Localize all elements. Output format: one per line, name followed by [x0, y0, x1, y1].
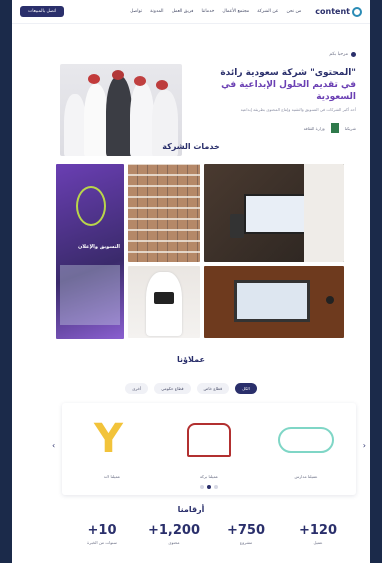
stat-label: مشروع [239, 540, 253, 545]
carousel-dots [62, 485, 356, 489]
hero-badge-label: مرحبا بكم [329, 52, 348, 57]
nav-link[interactable]: خدماتنا [201, 9, 214, 14]
client-name: عميلنا بركة [199, 474, 219, 479]
stat-value: 750+ [226, 523, 266, 538]
partners-label: شريكنا [344, 125, 356, 131]
nav-links: من نحن عن الشركة مجتمع الأعمال خدماتنا ف… [130, 9, 301, 14]
client-card[interactable]: عميلنا بركة [169, 413, 249, 483]
stat-label: محتوى [168, 540, 180, 545]
hero-subtitle: أحد أكبر الشركات في التسويق والتقنية وإن… [240, 107, 356, 113]
partner-name: وزارة الثقافة [303, 125, 325, 131]
stat-value: 10+ [87, 523, 117, 538]
filter-chip[interactable]: أخرى [125, 383, 149, 394]
carousel-prev-icon[interactable]: ‹ [52, 441, 55, 450]
client-filters: الكل قطاع خاص قطاع حكومي أخرى [12, 383, 370, 394]
hero-headline-accent: في تقديم الحلول الإبداعية في السعودية [221, 80, 356, 103]
service-tile-tech[interactable] [204, 164, 344, 262]
client-name: عميلنا مدارس [294, 474, 318, 479]
numbers-section: أرقامنا 120+ عميل 750+ مشروع 1,200+ محتو… [12, 505, 370, 545]
stat-item: 1,200+ محتوى [144, 523, 204, 545]
service-tile-laptop[interactable] [204, 266, 344, 338]
stat-value: 120+ [298, 523, 338, 538]
partner-logo-icon [330, 123, 339, 134]
filter-chip[interactable]: قطاع حكومي [154, 383, 191, 394]
stat-item: 120+ عميل [288, 523, 348, 545]
nav-link[interactable]: تواصل [130, 9, 142, 14]
stat-item: 10+ سنوات من الخبرة [72, 523, 132, 545]
hero-partners: شريكنا وزارة الثقافة [191, 123, 356, 134]
client-card[interactable]: Y عميلنا لاند [72, 413, 152, 483]
services-tiles: التسويق والإعلان [56, 164, 356, 341]
logo-icon [352, 6, 362, 17]
carousel-dot[interactable] [200, 485, 204, 489]
page: content من نحن عن الشركة مجتمع الأعمال خ… [12, 0, 370, 563]
brand-logo[interactable]: content [315, 6, 362, 17]
services-title: خدمات الشركة [162, 142, 220, 151]
clients-carousel: ‹ › عميلنا مدارس عميلنا بركة Y عميلنا لا… [52, 403, 366, 495]
top-nav: content من نحن عن الشركة مجتمع الأعمال خ… [12, 0, 370, 24]
stat-value: 1,200+ [147, 523, 201, 538]
service-tile-portraits[interactable] [128, 164, 200, 262]
nav-link[interactable]: فريق العمل [172, 9, 194, 14]
contact-sales-button[interactable]: اتصل بالمبيعات [20, 6, 65, 17]
nav-link[interactable]: عن الشركة [257, 9, 278, 14]
hero-text: مرحبا بكم "المحتوى" شركة سعودية رائدة في… [191, 42, 356, 134]
client-logo-icon [278, 427, 334, 453]
hero-section: مرحبا بكم "المحتوى" شركة سعودية رائدة في… [12, 24, 370, 156]
stats-row: 120+ عميل 750+ مشروع 1,200+ محتوى 10+ سن… [72, 523, 348, 545]
clients-title: عملاؤنا [177, 355, 205, 364]
carousel-next-icon[interactable]: › [363, 441, 366, 450]
logo-text: content [315, 7, 350, 16]
hero-headline: "المحتوى" شركة سعودية رائدة [220, 68, 356, 78]
carousel-dot[interactable] [214, 485, 218, 489]
service-tile-camera[interactable] [128, 266, 200, 338]
stat-label: سنوات من الخبرة [87, 540, 117, 545]
filter-chip[interactable]: الكل [235, 383, 257, 394]
client-logo-icon: Y [94, 416, 123, 462]
stat-item: 750+ مشروع [216, 523, 276, 545]
client-logo-icon [187, 423, 231, 457]
filter-chip[interactable]: قطاع خاص [196, 383, 230, 394]
client-card[interactable]: عميلنا مدارس [266, 413, 346, 483]
service-tile-caption: التسويق والإعلان [77, 244, 120, 250]
stat-label: عميل [313, 540, 323, 545]
client-name: عميلنا لاند [103, 474, 121, 479]
nav-link[interactable]: المدونة [150, 9, 163, 14]
clients-section: عملاؤنا الكل قطاع خاص قطاع حكومي أخرى ‹ … [12, 355, 370, 495]
numbers-title: أرقامنا [177, 505, 205, 514]
nav-link[interactable]: من نحن [286, 9, 301, 14]
nav-link[interactable]: مجتمع الأعمال [222, 9, 249, 14]
service-tile-marketing[interactable]: التسويق والإعلان [56, 164, 124, 339]
hero-badge: مرحبا بكم [329, 52, 356, 57]
services-section: خدمات الشركة التسويق والإعلان [12, 142, 370, 339]
badge-dot-icon [351, 52, 356, 57]
carousel-dot[interactable] [207, 485, 211, 489]
